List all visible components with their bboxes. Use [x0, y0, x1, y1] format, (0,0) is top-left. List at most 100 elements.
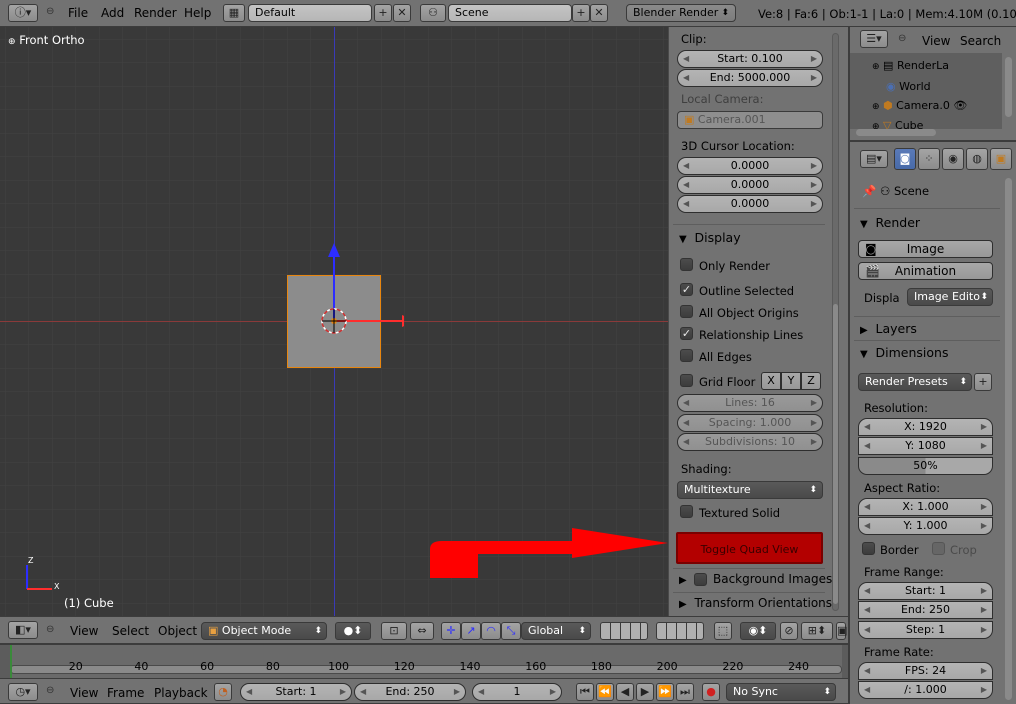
collapse-menu-icon[interactable]: ⊖ [46, 624, 54, 635]
axis-z-toggle[interactable]: Z [801, 372, 821, 390]
collapse-menu-icon[interactable]: ⊖ [46, 685, 54, 696]
pivot-point-icon[interactable]: ⊡ [381, 622, 407, 640]
view-plus-icon[interactable]: ⊕ [8, 37, 16, 47]
toggle-quad-view-button[interactable]: Toggle Quad View [676, 532, 823, 564]
pin-icon[interactable]: 📌 [862, 184, 876, 198]
render-panel-header[interactable]: ▼ Render [860, 215, 920, 230]
outliner-editor-icon[interactable]: ☰▾ [860, 30, 888, 48]
grid-subdivisions-field[interactable]: ◀ Subdivisions: 10 ▶ [677, 433, 823, 451]
local-camera-field[interactable]: ▣ Camera.001 [677, 111, 823, 129]
background-images-checkbox[interactable] [694, 573, 707, 586]
screen-layout-icon[interactable]: ▦ [223, 4, 245, 22]
frame-end-field[interactable]: ◀ End: 250 ▶ [858, 601, 993, 619]
outline-selected-checkbox[interactable]: ✓ [680, 283, 693, 296]
timeline-end-field[interactable]: ◀ End: 250 ▶ [354, 683, 466, 701]
render-animation-button[interactable]: 🎬 Animation [858, 262, 993, 280]
scale-icon[interactable]: ⤡ [501, 622, 521, 640]
rotate-icon[interactable]: ◠ [481, 622, 501, 640]
only-render-checkbox[interactable] [680, 258, 693, 271]
outliner-row[interactable]: ⊕ ⬢ Camera.0 👁 [872, 99, 967, 112]
add-preset-icon[interactable]: + [974, 373, 992, 391]
timeline-start-field[interactable]: ◀ Start: 1 ▶ [240, 683, 352, 701]
transform-manipulator[interactable] [264, 237, 404, 357]
jump-start-icon[interactable]: ⏮ [576, 683, 594, 701]
collapse-menu-icon[interactable]: ⊖ [46, 6, 54, 17]
shading-selector[interactable]: Multitexture ⬍ [677, 481, 823, 499]
menu-render[interactable]: Render [134, 6, 177, 20]
lock-camera-icon[interactable]: ⬚ [714, 622, 732, 640]
manipulator-icon[interactable]: ⇔ [410, 622, 434, 640]
render-image-button[interactable]: ◙ Image [858, 240, 993, 258]
record-icon[interactable]: ● [702, 683, 720, 701]
expand-plus-icon[interactable]: ⊕ [872, 102, 880, 112]
grid-lines-field[interactable]: ◀ Lines: 16 ▶ [677, 394, 823, 412]
background-images-header[interactable]: ▶ Background Images [679, 572, 832, 586]
properties-editor-icon[interactable]: ▤▾ [860, 150, 888, 168]
grid-spacing-field[interactable]: ◀ Spacing: 1.000 ▶ [677, 414, 823, 432]
menu-help[interactable]: Help [184, 6, 211, 20]
layers-grid-b-icon[interactable] [656, 622, 704, 640]
panel-scrollbar[interactable] [832, 33, 839, 611]
frame-start-field[interactable]: ◀ Start: 1 ▶ [858, 582, 993, 600]
add-scene-icon[interactable]: + [572, 4, 590, 22]
clip-end-field[interactable]: ◀ End: 5000.000 ▶ [677, 69, 823, 87]
render-presets-selector[interactable]: Render Presets ⬍ [858, 373, 972, 391]
orientation-selector[interactable]: Global ⬍ [521, 622, 591, 640]
cursor-z-field[interactable]: ◀ 0.0000 ▶ [677, 195, 823, 213]
scrollbar-thumb[interactable] [833, 304, 838, 604]
outliner-hscrollbar[interactable] [856, 129, 936, 136]
clip-start-field[interactable]: ◀ Start: 0.100 ▶ [677, 50, 823, 68]
layers-grid-a-icon[interactable] [600, 622, 648, 640]
jump-prev-keyframe-icon[interactable]: ⏪ [596, 683, 614, 701]
textured-solid-checkbox[interactable] [680, 505, 693, 518]
mode-selector[interactable]: ▣ Object Mode ⬍ [201, 622, 327, 640]
border-checkbox[interactable] [862, 542, 875, 555]
axis-x-toggle[interactable]: X [761, 372, 781, 390]
layout-selector[interactable]: Default [248, 4, 372, 22]
menu-file[interactable]: File [68, 6, 88, 20]
scene-icon[interactable]: ⚇ [420, 4, 446, 22]
timeline-editor-icon[interactable]: ◷▾ [8, 683, 38, 701]
viewport-shading-icon[interactable]: ●⬍ [335, 622, 371, 640]
3d-view-editor-icon[interactable]: ◧▾ [8, 621, 38, 639]
remove-layout-icon[interactable]: ✕ [393, 4, 411, 22]
outliner-view-menu[interactable]: View [922, 34, 950, 48]
sync-selector[interactable]: No Sync ⬍ [726, 683, 836, 701]
object-tab-icon[interactable]: ▣ [990, 148, 1012, 170]
menu-object[interactable]: Object [158, 624, 197, 638]
resolution-percent-slider[interactable]: 50% [858, 457, 993, 475]
proportional-edit-icon[interactable]: ◉⬍ [740, 622, 776, 640]
outliner-row[interactable]: ◉ World [886, 80, 931, 93]
menu-timeline-view[interactable]: View [70, 686, 98, 700]
preview-range-icon[interactable]: ◔ [214, 683, 232, 701]
outliner-row[interactable]: ⊕ ▤ RenderLa [872, 59, 949, 72]
menu-playback[interactable]: Playback [154, 686, 208, 700]
layers-panel-header[interactable]: ▶ Layers [860, 321, 917, 336]
display-panel-header[interactable]: ▼ Display [679, 230, 741, 245]
outliner-scrollbar[interactable] [1005, 57, 1012, 117]
world-tab-icon[interactable]: ◍ [966, 148, 988, 170]
grid-floor-checkbox[interactable] [680, 374, 693, 387]
all-object-origins-checkbox[interactable] [680, 305, 693, 318]
resolution-y-field[interactable]: ◀ Y: 1080 ▶ [858, 437, 993, 455]
menu-add[interactable]: Add [101, 6, 124, 20]
aspect-y-field[interactable]: ◀ Y: 1.000 ▶ [858, 517, 993, 535]
scene-tab-icon[interactable]: ◉ [942, 148, 964, 170]
render-tab-icon[interactable]: ◙ [894, 148, 916, 170]
menu-select[interactable]: Select [112, 624, 149, 638]
relationship-lines-checkbox[interactable]: ✓ [680, 327, 693, 340]
render-engine-selector[interactable]: Blender Render ⬍ [626, 4, 736, 22]
aspect-x-field[interactable]: ◀ X: 1.000 ▶ [858, 498, 993, 516]
snap-element-icon[interactable]: ⊞⬍ [801, 622, 833, 640]
3d-viewport[interactable]: ⊕ Front Ortho Z X (1) Cube [0, 27, 668, 616]
snap-toggle-icon[interactable]: ⊘ [780, 622, 798, 640]
add-layout-icon[interactable]: + [374, 4, 392, 22]
move-icon[interactable]: ↗ [461, 622, 481, 640]
jump-next-keyframe-icon[interactable]: ⏩ [656, 683, 674, 701]
transform-orientations-header[interactable]: ▶ Transform Orientations [679, 596, 832, 610]
cursor-x-field[interactable]: ◀ 0.0000 ▶ [677, 157, 823, 175]
eye-icon[interactable]: 👁 [953, 99, 967, 112]
properties-scrollbar[interactable] [1005, 178, 1012, 700]
expand-plus-icon[interactable]: ⊕ [872, 62, 880, 72]
jump-end-icon[interactable]: ⏭ [676, 683, 694, 701]
